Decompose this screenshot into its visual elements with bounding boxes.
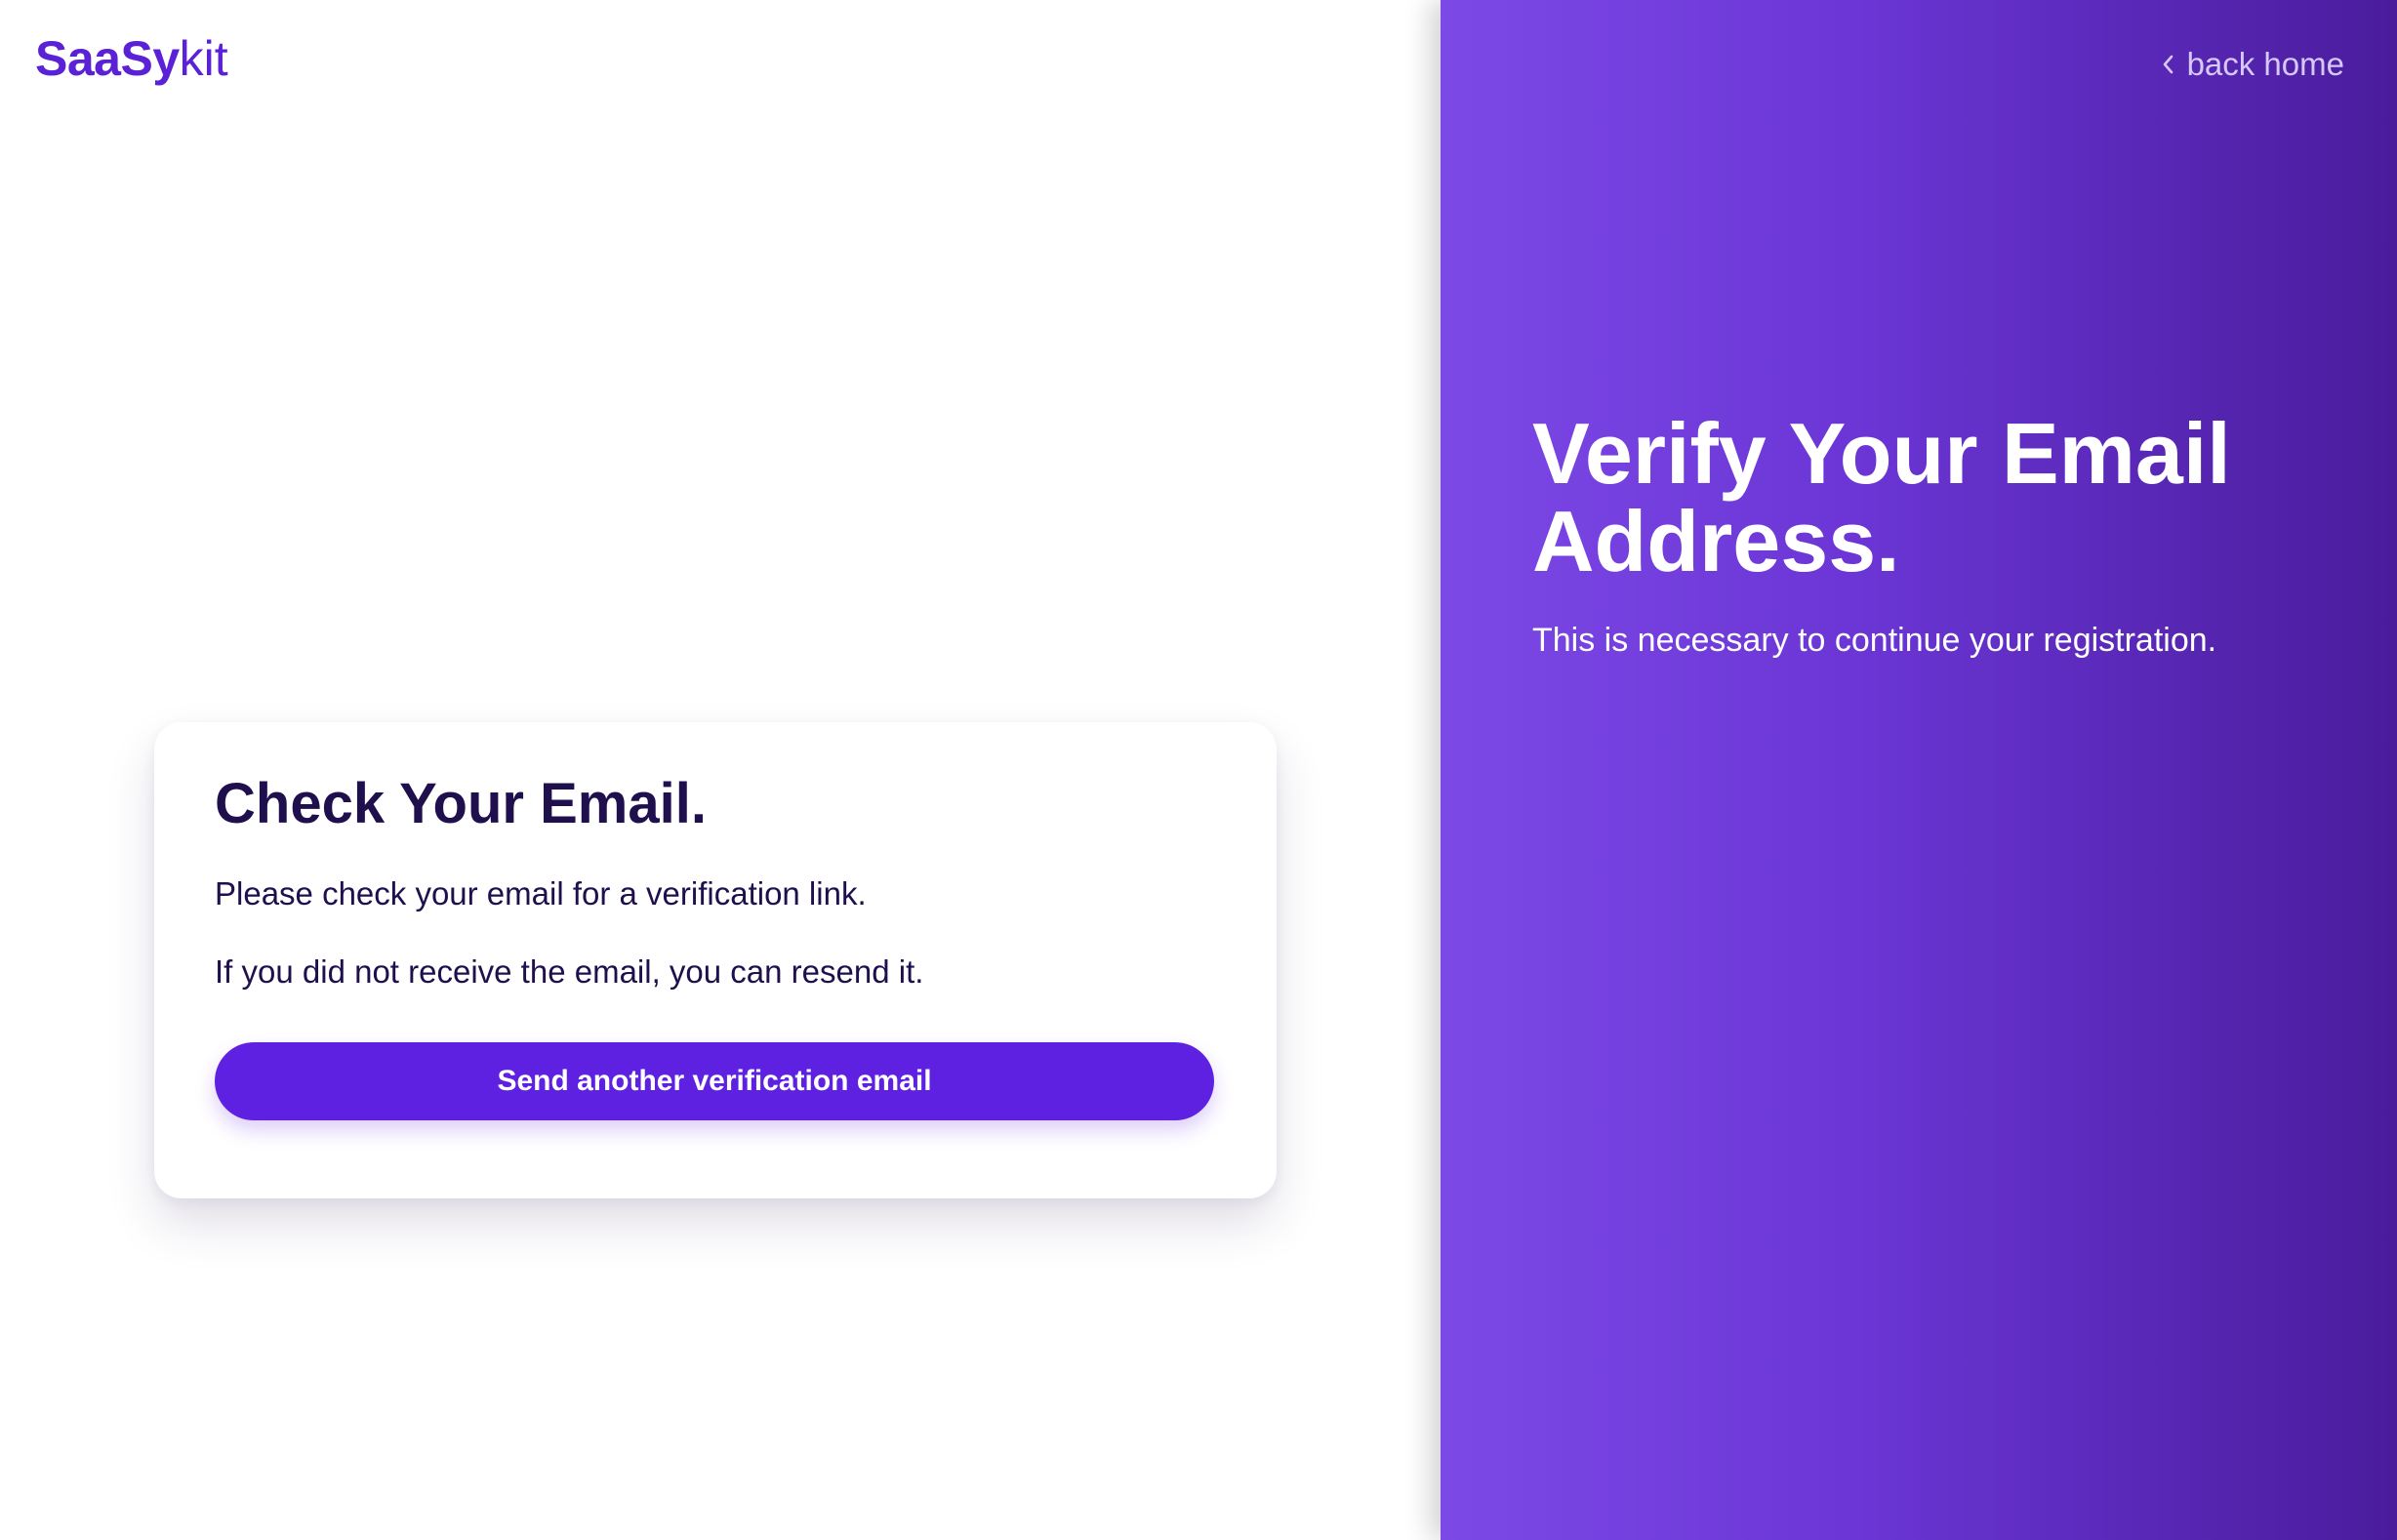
- side-panel: back home Verify Your Email Address. Thi…: [1441, 0, 2397, 1540]
- back-home-label: back home: [2186, 46, 2344, 82]
- saasykit-logo[interactable]: SaaSykit: [35, 29, 228, 88]
- hero-subtitle: This is necessary to continue your regis…: [1532, 622, 2217, 659]
- verification-card: Check Your Email. Please check your emai…: [154, 722, 1277, 1198]
- logo-wordmark-bold: SaaSy: [35, 31, 180, 86]
- logo-wordmark-light: kit: [179, 31, 228, 86]
- hero-title: Verify Your Email Address.: [1532, 405, 2231, 589]
- resend-verification-button[interactable]: Send another verification email: [215, 1042, 1214, 1120]
- resend-hint-message: If you did not receive the email, you ca…: [215, 953, 924, 990]
- card-title: Check Your Email.: [215, 772, 707, 835]
- check-email-message: Please check your email for a verificati…: [215, 875, 867, 912]
- content-pane: SaaSykit Check Your Email. Please check …: [0, 0, 1441, 1540]
- back-home-link[interactable]: back home: [2158, 43, 2344, 86]
- chevron-left-icon: [2163, 55, 2173, 74]
- verify-email-page: SaaSykit Check Your Email. Please check …: [0, 0, 2397, 1540]
